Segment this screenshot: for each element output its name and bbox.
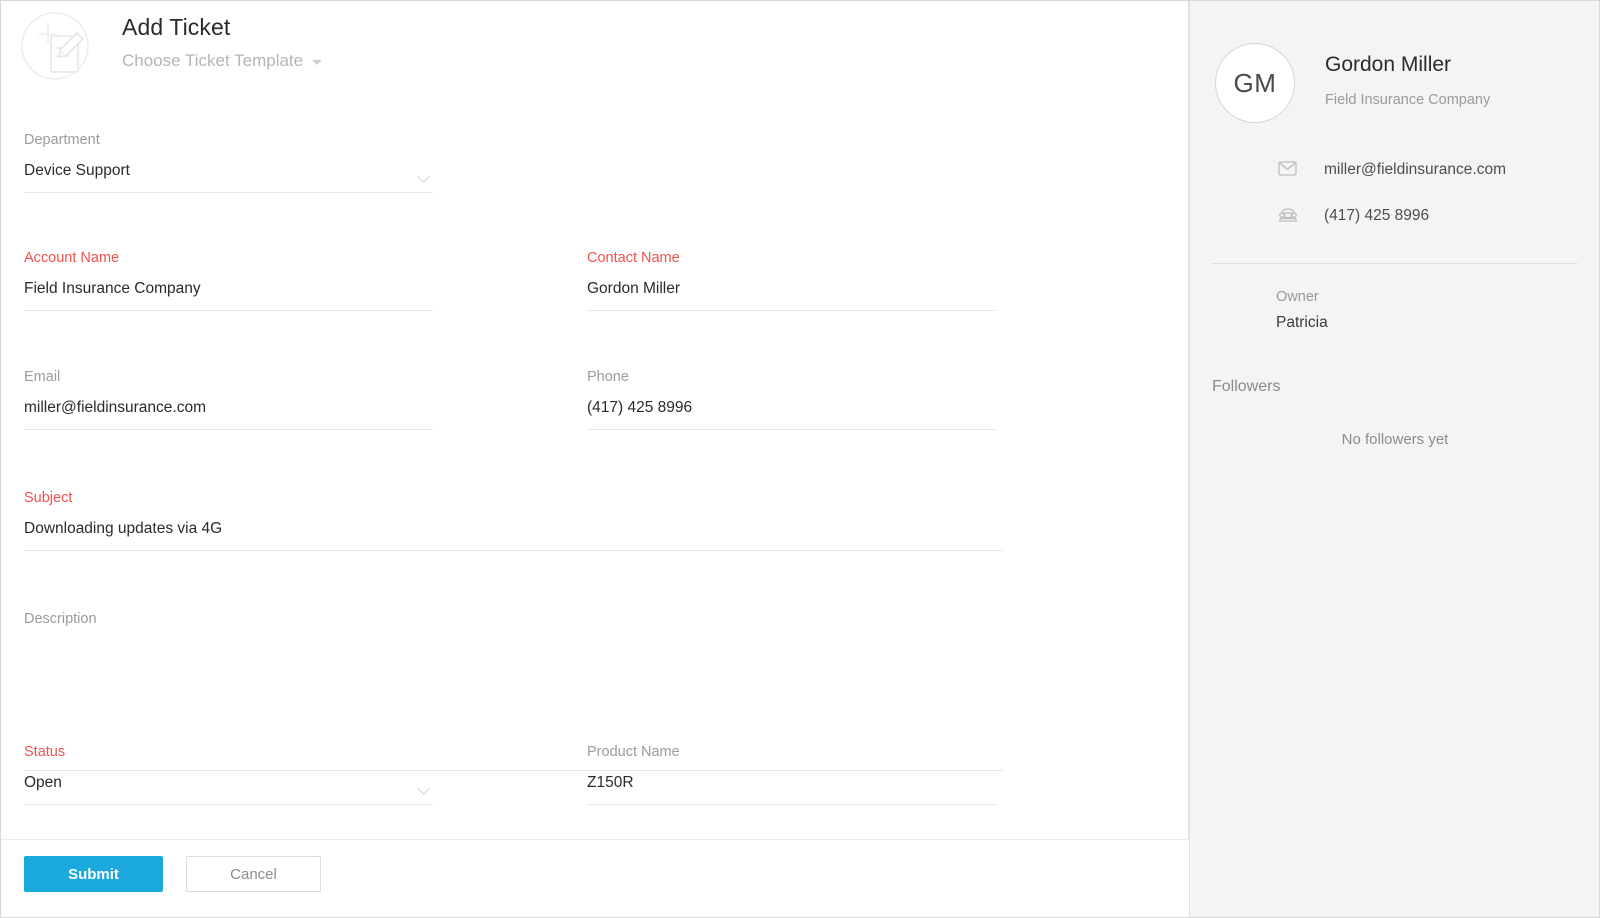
field-value-phone: (417) 425 8996 bbox=[587, 399, 693, 416]
field-value-product-name: Z150R bbox=[587, 774, 634, 791]
field-value-department: Device Support bbox=[24, 162, 130, 179]
cancel-button[interactable]: Cancel bbox=[186, 856, 321, 892]
field-subject[interactable]: Subject Downloading updates via 4G bbox=[24, 489, 1003, 551]
sidebar-owner-label: Owner bbox=[1276, 289, 1319, 305]
sidebar-phone-row[interactable]: (417) 425 8996 bbox=[1278, 207, 1429, 225]
sidebar-email-row[interactable]: miller@fieldinsurance.com bbox=[1278, 161, 1506, 179]
sidebar-followers-empty: No followers yet bbox=[1341, 431, 1449, 448]
field-label-email: Email bbox=[24, 369, 61, 385]
sidebar-phone-value: (417) 425 8996 bbox=[1324, 207, 1430, 224]
ticket-form-panel: Add Ticket Choose Ticket Template Depart… bbox=[1, 1, 1189, 917]
field-label-description: Description bbox=[24, 611, 97, 627]
field-value-account-name: Field Insurance Company bbox=[24, 280, 201, 297]
telephone-icon bbox=[1278, 206, 1300, 227]
field-email[interactable]: Email miller@fieldinsurance.com bbox=[24, 368, 433, 430]
field-underline bbox=[587, 429, 996, 430]
field-underline bbox=[24, 804, 433, 805]
field-contact-name[interactable]: Contact Name Gordon Miller bbox=[587, 249, 996, 311]
field-account-name[interactable]: Account Name Field Insurance Company bbox=[24, 249, 433, 311]
submit-button[interactable]: Submit bbox=[24, 856, 163, 892]
form-body: Department Device Support Account Name F… bbox=[1, 101, 1188, 839]
field-phone[interactable]: Phone (417) 425 8996 bbox=[587, 368, 996, 430]
choose-ticket-template-dropdown[interactable]: Choose Ticket Template bbox=[122, 51, 323, 71]
field-underline bbox=[24, 310, 433, 311]
field-label-account-name: Account Name bbox=[24, 250, 120, 266]
field-value-status: Open bbox=[24, 774, 62, 791]
field-value-contact-name: Gordon Miller bbox=[587, 280, 681, 297]
field-label-phone: Phone bbox=[587, 369, 629, 385]
field-label-product-name: Product Name bbox=[587, 744, 680, 760]
field-label-department: Department bbox=[24, 132, 100, 148]
field-value-email: miller@fieldinsurance.com bbox=[24, 399, 206, 416]
chevron-down-icon[interactable] bbox=[418, 171, 431, 184]
contact-info-sidebar: GM Gordon Miller Field Insurance Company… bbox=[1189, 1, 1599, 917]
caret-down-icon bbox=[312, 60, 323, 65]
field-status[interactable]: Status Open bbox=[24, 743, 433, 805]
add-ticket-window: Add Ticket Choose Ticket Template Depart… bbox=[0, 0, 1600, 918]
field-label-status: Status bbox=[24, 744, 66, 760]
form-footer: Submit Cancel bbox=[1, 839, 1189, 917]
field-underline bbox=[587, 804, 996, 805]
field-product-name[interactable]: Product Name Z150R bbox=[587, 743, 996, 805]
field-department[interactable]: Department Device Support bbox=[24, 131, 433, 193]
avatar: GM bbox=[1215, 43, 1295, 123]
sidebar-email-value: miller@fieldinsurance.com bbox=[1324, 161, 1506, 178]
form-header: Add Ticket Choose Ticket Template bbox=[1, 1, 1188, 101]
field-underline bbox=[24, 429, 433, 430]
add-ticket-icon bbox=[20, 11, 90, 81]
sidebar-divider bbox=[1212, 263, 1578, 264]
field-label-subject: Subject bbox=[24, 490, 73, 506]
envelope-icon bbox=[1278, 161, 1300, 179]
field-value-subject: Downloading updates via 4G bbox=[24, 520, 223, 537]
sidebar-contact-name: Gordon Miller bbox=[1325, 53, 1452, 76]
field-underline bbox=[24, 550, 1003, 551]
chevron-down-icon[interactable] bbox=[418, 783, 431, 796]
field-underline bbox=[24, 192, 433, 193]
sidebar-followers-label: Followers bbox=[1212, 378, 1281, 395]
page-title: Add Ticket bbox=[122, 14, 231, 40]
sidebar-owner-value[interactable]: Patricia bbox=[1276, 314, 1328, 332]
field-label-contact-name: Contact Name bbox=[587, 250, 680, 266]
choose-ticket-template-label: Choose Ticket Template bbox=[122, 51, 304, 70]
field-underline bbox=[587, 310, 996, 311]
sidebar-organization: Field Insurance Company bbox=[1325, 92, 1491, 108]
field-description[interactable]: Description bbox=[24, 610, 1003, 771]
